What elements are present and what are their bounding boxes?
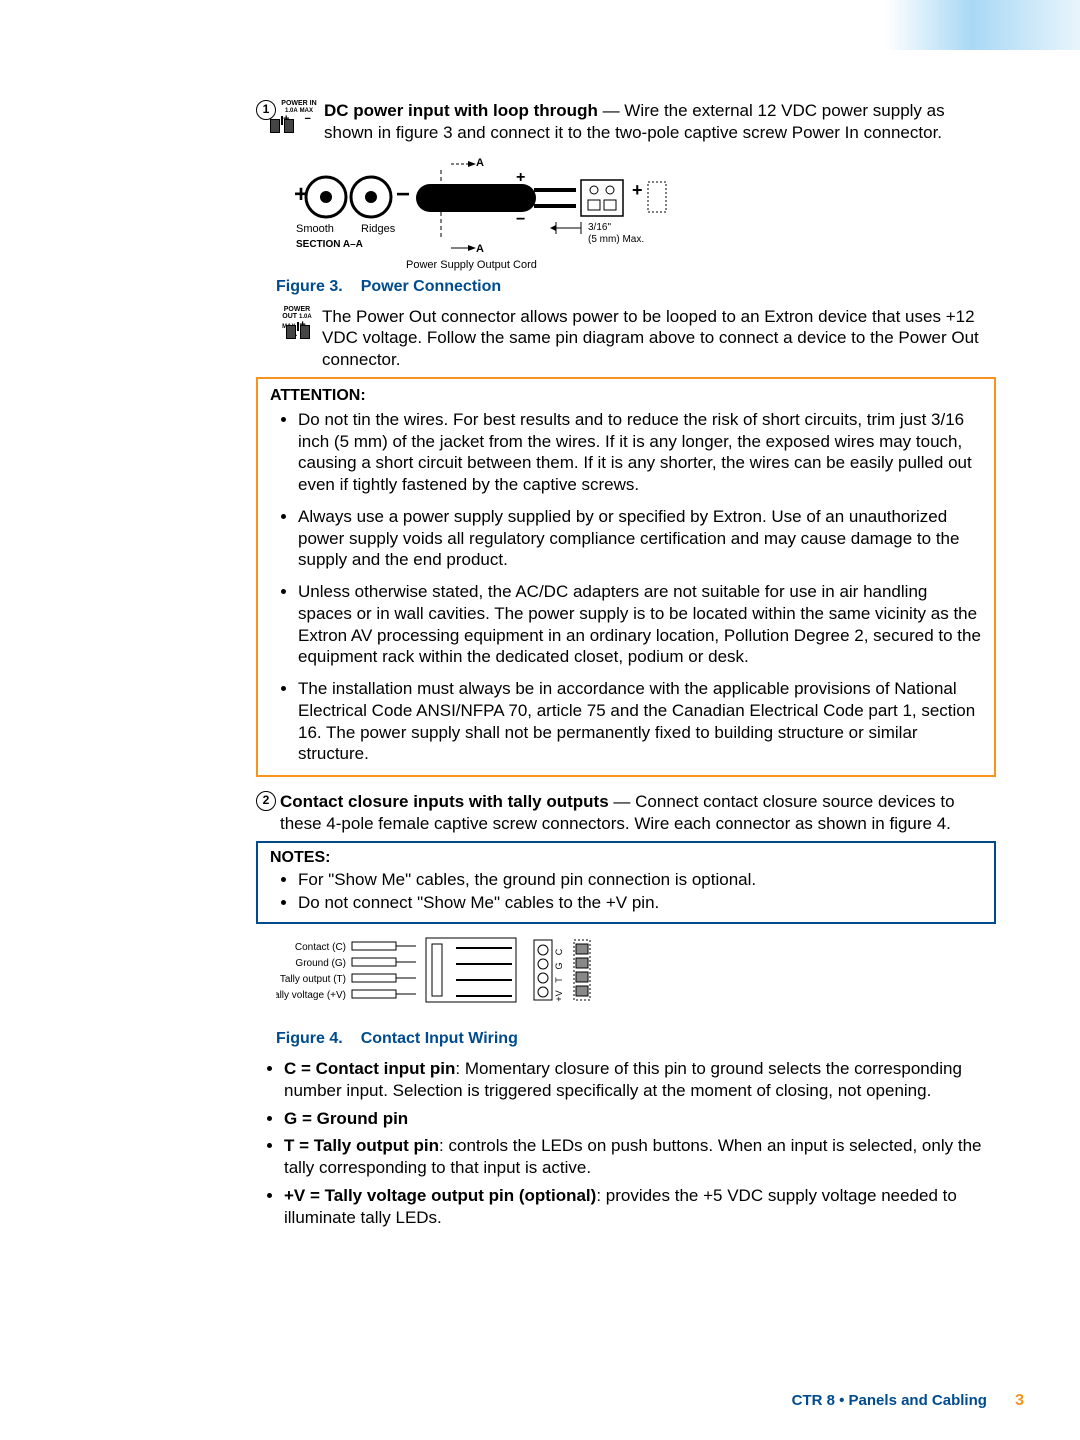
callout-number-1: 1 — [256, 100, 276, 120]
power-out-block: POWER OUT 1.0A MAX + − The Power Out con… — [256, 306, 996, 371]
notes-item: Do not connect "Show Me" cables to the +… — [298, 892, 982, 914]
page-number: 3 — [1015, 1392, 1024, 1409]
notes-list: For "Show Me" cables, the ground pin con… — [270, 869, 982, 915]
svg-text:Smooth: Smooth — [296, 223, 334, 235]
attention-list: Do not tin the wires. For best results a… — [270, 409, 982, 765]
callout-number-2: 2 — [256, 791, 276, 811]
page-footer: CTR 8 • Panels and Cabling 3 — [792, 1392, 1024, 1410]
power-out-icon: POWER OUT 1.0A MAX + − — [278, 306, 316, 342]
pin-t: T = Tally output pin: controls the LEDs … — [284, 1135, 996, 1179]
svg-text:Tally voltage (+V): Tally voltage (+V) — [276, 990, 346, 1001]
svg-text:+: + — [516, 169, 525, 186]
svg-text:−: − — [516, 211, 525, 228]
svg-text:A: A — [476, 243, 484, 255]
pin-v: +V = Tally voltage output pin (optional)… — [284, 1185, 996, 1229]
item2-text: Contact closure inputs with tally output… — [280, 791, 996, 835]
attention-item: Do not tin the wires. For best results a… — [298, 409, 982, 496]
callout-1: 1 POWER IN 1.0A MAX + − DC power input w… — [256, 100, 996, 144]
svg-text:Tally output (T): Tally output (T) — [280, 974, 346, 985]
svg-text:T: T — [554, 977, 564, 983]
pin-definitions: C = Contact input pin: Momentary closure… — [256, 1058, 996, 1228]
attention-item: Unless otherwise stated, the AC/DC adapt… — [298, 581, 982, 668]
svg-text:Ridges: Ridges — [361, 223, 396, 235]
header-gradient — [0, 0, 1080, 50]
svg-text:SECTION A–A: SECTION A–A — [296, 239, 363, 250]
attention-heading: ATTENTION: — [270, 387, 982, 405]
svg-text:−: − — [396, 181, 410, 208]
attention-box: ATTENTION: Do not tin the wires. For bes… — [256, 377, 996, 777]
pin-g: G = Ground pin — [284, 1108, 996, 1130]
figure-4-caption: Figure 4.Contact Input Wiring — [276, 1030, 996, 1048]
svg-text:A: A — [476, 157, 484, 169]
notes-item: For "Show Me" cables, the ground pin con… — [298, 869, 982, 891]
svg-text:(5 mm) Max.: (5 mm) Max. — [588, 234, 644, 245]
item1-text: DC power input with loop through — Wire … — [324, 100, 996, 144]
power-out-text: The Power Out connector allows power to … — [322, 306, 996, 371]
svg-text:+: + — [294, 181, 308, 208]
notes-box: NOTES: For "Show Me" cables, the ground … — [256, 841, 996, 925]
notes-heading: NOTES: — [270, 849, 982, 867]
callout-2: 2 Contact closure inputs with tally outp… — [256, 791, 996, 835]
svg-text:Power Supply Output Cord: Power Supply Output Cord — [406, 259, 537, 271]
pin-c: C = Contact input pin: Momentary closure… — [284, 1058, 996, 1102]
figure-4-diagram: Contact (C) Ground (G) Tally output (T) … — [276, 934, 696, 1024]
attention-item: The installation must always be in accor… — [298, 678, 982, 765]
svg-text:+: + — [632, 180, 643, 200]
figure-3-diagram: + − Smooth Ridges SECTION A–A A A + − — [276, 152, 916, 272]
footer-text: CTR 8 • Panels and Cabling — [792, 1392, 987, 1409]
svg-text:Ground (G): Ground (G) — [295, 958, 346, 969]
svg-text:Contact (C): Contact (C) — [295, 942, 346, 953]
svg-text:+V: +V — [554, 990, 564, 1001]
power-in-icon: POWER IN 1.0A MAX + − — [280, 100, 318, 125]
svg-text:G: G — [554, 962, 564, 969]
svg-text:C: C — [554, 948, 564, 955]
figure-3-caption: Figure 3.Power Connection — [276, 278, 996, 296]
svg-text:3/16": 3/16" — [588, 222, 611, 233]
attention-item: Always use a power supply supplied by or… — [298, 506, 982, 571]
